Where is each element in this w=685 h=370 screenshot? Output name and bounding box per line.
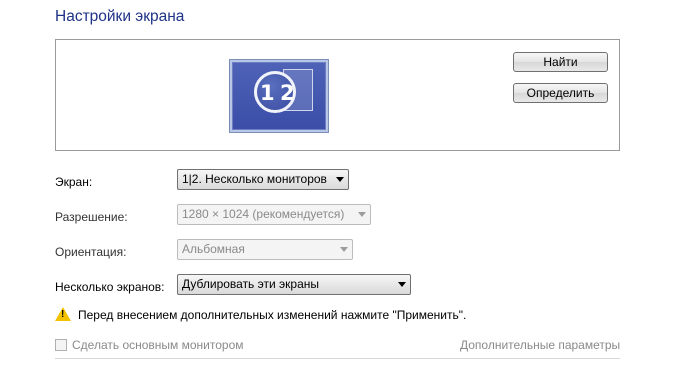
orientation-select-value: Альбомная	[182, 242, 245, 256]
find-button[interactable]: Найти	[513, 52, 608, 72]
chevron-down-icon	[336, 177, 344, 182]
warning-text: Перед внесением дополнительных изменений…	[78, 308, 467, 322]
resolution-select-value: 1280 × 1024 (рекомендуется)	[182, 207, 345, 221]
divider	[55, 358, 620, 359]
chevron-down-icon	[358, 212, 366, 217]
display-label: Экран:	[55, 175, 93, 189]
orientation-select: Альбомная	[177, 239, 353, 260]
monitor-digit-2: 2	[280, 81, 295, 105]
display-select-value: 1|2. Несколько мониторов	[182, 172, 327, 186]
monitor-digit-1: 1	[260, 81, 275, 105]
display-select[interactable]: 1|2. Несколько мониторов	[177, 169, 349, 190]
multiple-displays-select[interactable]: Дублировать эти экраны	[177, 274, 411, 295]
main-monitor-checkbox-label[interactable]: Сделать основным монитором	[72, 338, 244, 352]
multiple-displays-label: Несколько экранов:	[55, 280, 165, 294]
page-title: Настройки экрана	[55, 8, 185, 25]
warning-icon: !	[55, 307, 71, 321]
monitor-screen: 1 2	[233, 63, 325, 129]
resolution-label: Разрешение:	[55, 210, 128, 224]
chevron-down-icon	[398, 282, 406, 287]
monitor-thumbnail[interactable]: 1 2	[229, 59, 329, 133]
chevron-down-icon	[340, 247, 348, 252]
monitor-preview-area: 1 2 Найти Определить	[55, 39, 620, 151]
advanced-settings-link[interactable]: Дополнительные параметры	[460, 338, 620, 352]
resolution-select: 1280 × 1024 (рекомендуется)	[177, 204, 371, 225]
multiple-displays-select-value: Дублировать эти экраны	[182, 277, 320, 291]
identify-button[interactable]: Определить	[513, 83, 608, 103]
main-monitor-checkbox[interactable]	[55, 339, 67, 351]
orientation-label: Ориентация:	[55, 245, 127, 259]
